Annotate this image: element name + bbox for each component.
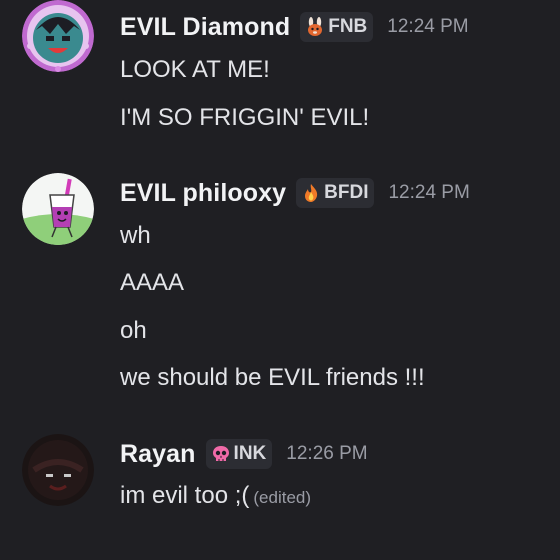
username[interactable]: EVIL Diamond <box>120 13 290 42</box>
timestamp: 12:26 PM <box>286 443 368 464</box>
username[interactable]: EVIL philooxy <box>120 179 286 208</box>
avatar[interactable] <box>22 173 94 245</box>
message-text-row: im evil too ;((edited) <box>120 482 311 510</box>
message-text: wh <box>120 222 151 249</box>
avatar[interactable] <box>22 434 94 506</box>
message-header: EVIL Diamond FNB 12:24 PM <box>120 12 469 42</box>
timestamp: 12:24 PM <box>388 182 470 203</box>
fire-icon <box>301 183 321 203</box>
server-tag-label: BFDI <box>324 182 369 203</box>
skull-icon <box>211 444 231 464</box>
message-text: AAAA <box>120 269 185 296</box>
message-header: EVIL philooxy BFDI 12:24 PM <box>120 178 470 208</box>
server-tag[interactable]: INK <box>205 439 273 469</box>
username[interactable]: Rayan <box>120 440 196 469</box>
server-tag-label: INK <box>233 443 267 464</box>
message-header: Rayan INK 12:26 PM <box>120 439 368 469</box>
message-text: I'M SO FRIGGIN' EVIL! <box>120 104 370 131</box>
message-text: we should be EVIL friends !!! <box>120 364 425 391</box>
server-tag[interactable]: FNB <box>300 12 374 42</box>
avatar[interactable] <box>22 0 94 72</box>
timestamp: 12:24 PM <box>387 16 469 37</box>
server-tag[interactable]: BFDI <box>296 178 375 208</box>
message-text: im evil too ;( <box>120 482 250 509</box>
server-tag-label: FNB <box>328 16 368 37</box>
bunny-icon <box>305 17 325 37</box>
message-text: oh <box>120 317 147 344</box>
message-text: LOOK AT ME! <box>120 56 270 83</box>
edited-label: (edited) <box>253 488 312 507</box>
